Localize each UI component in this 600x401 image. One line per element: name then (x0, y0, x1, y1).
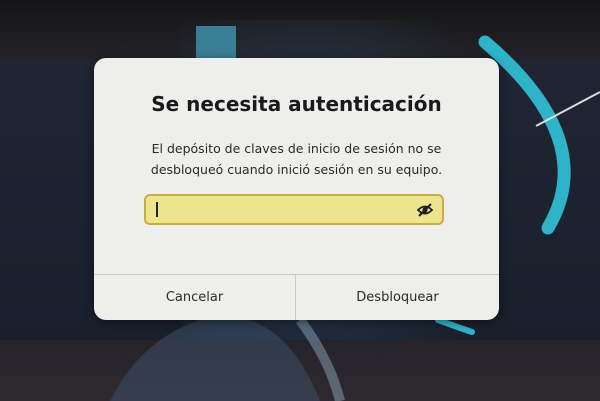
cancel-button[interactable]: Cancelar (94, 275, 295, 320)
password-field[interactable] (144, 194, 444, 225)
password-input[interactable] (154, 199, 408, 222)
authentication-dialog: Se necesita autenticación El depósito de… (94, 58, 499, 320)
dialog-message: El depósito de claves de inicio de sesió… (116, 138, 477, 180)
text-cursor (156, 202, 158, 217)
screen: Se necesita autenticación El depósito de… (0, 0, 600, 401)
dialog-message-line-1: El depósito de claves de inicio de sesió… (151, 141, 442, 156)
wallpaper-swoosh (110, 316, 320, 401)
dialog-title: Se necesita autenticación (151, 92, 442, 116)
eye-slash-icon[interactable] (416, 201, 434, 219)
wallpaper-arc-lower (435, 317, 475, 335)
dialog-message-line-2: desbloqueó cuando inició sesión en su eq… (150, 162, 443, 177)
unlock-button[interactable]: Desbloquear (296, 275, 499, 320)
